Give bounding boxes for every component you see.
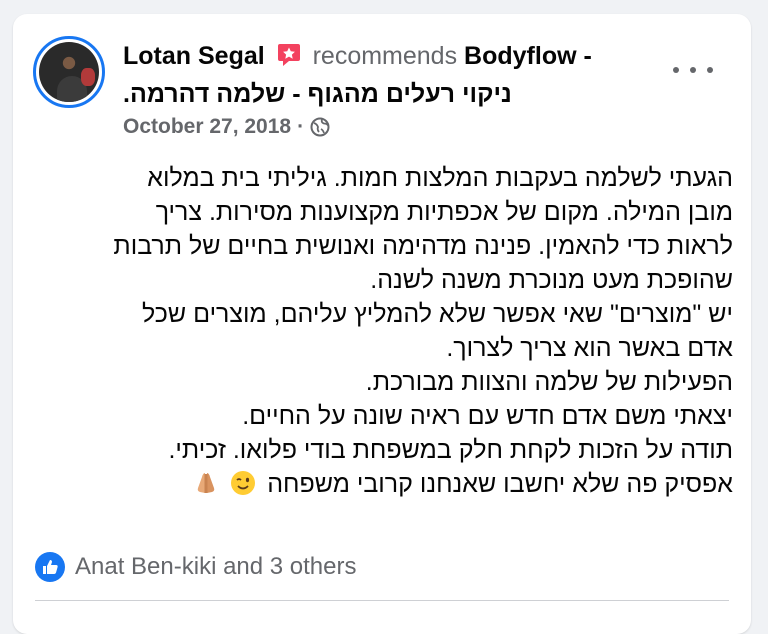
avatar-photo <box>39 42 99 102</box>
author-name[interactable]: Lotan Segal <box>123 42 265 70</box>
post-body-line: יש "מוצרים" שאי אפשר שלא להמליץ עליהם, מ… <box>142 300 733 328</box>
reactions-bar[interactable]: Anat Ben-kiki and 3 others <box>35 552 357 582</box>
more-options-icon[interactable] <box>673 60 713 80</box>
like-icon <box>35 552 65 582</box>
post-meta: October 27, 2018 · <box>123 115 330 139</box>
folded-hands-emoji <box>198 473 215 493</box>
post-body-line: שהופכת מעט מנוכרת משנה לשנה. <box>370 266 733 294</box>
post-card: Lotan Segal recommends Bodyflow - ניקוי … <box>13 14 751 634</box>
post-body-line: הפעילות של שלמה והצוות מבורכת. <box>365 368 733 396</box>
globe-icon[interactable] <box>310 117 330 137</box>
post-body-line: הגעתי לשלמה בעקבות המלצות חמות. גיליתי ב… <box>147 164 733 192</box>
post-body-line: אדם באשר הוא צריך לצרוך. <box>446 334 733 362</box>
post-body-line: מובן המילה. מקום של אכפתיות מקצוענות מסי… <box>155 198 733 226</box>
page-name-hebrew[interactable]: ניקוי רעלים מהגוף - שלמה דהרמה. <box>123 78 583 110</box>
post-body-line: יצאתי משם אדם חדש עם ראיה שונה על החיים. <box>242 402 733 430</box>
divider <box>35 600 729 601</box>
recommends-text: recommends <box>312 42 458 70</box>
reactions-count[interactable]: Anat Ben-kiki and 3 others <box>75 553 357 581</box>
recommend-icon <box>277 44 300 66</box>
post-body-last-line: אפסיק פה שלא יחשבו שאנחנו קרובי משפחה <box>33 467 733 501</box>
wink-emoji <box>231 471 256 495</box>
avatar[interactable] <box>33 36 105 108</box>
post-body: הגעתי לשלמה בעקבות המלצות חמות. גיליתי ב… <box>33 161 733 501</box>
meta-separator: · <box>297 115 305 138</box>
post-date[interactable]: October 27, 2018 <box>123 115 291 139</box>
post-body-line: תודה על הזכות לקחת חלק במשפחת בודי פלואו… <box>168 436 733 464</box>
page-name-link[interactable]: Bodyflow - <box>464 42 592 70</box>
post-body-line: לראות כדי להאמין. פנינה מדהימה ואנושית ב… <box>113 232 733 260</box>
post-header: Lotan Segal recommends Bodyflow - <box>123 40 663 72</box>
post-body-line: אפסיק פה שלא יחשבו שאנחנו קרובי משפחה <box>267 470 733 498</box>
